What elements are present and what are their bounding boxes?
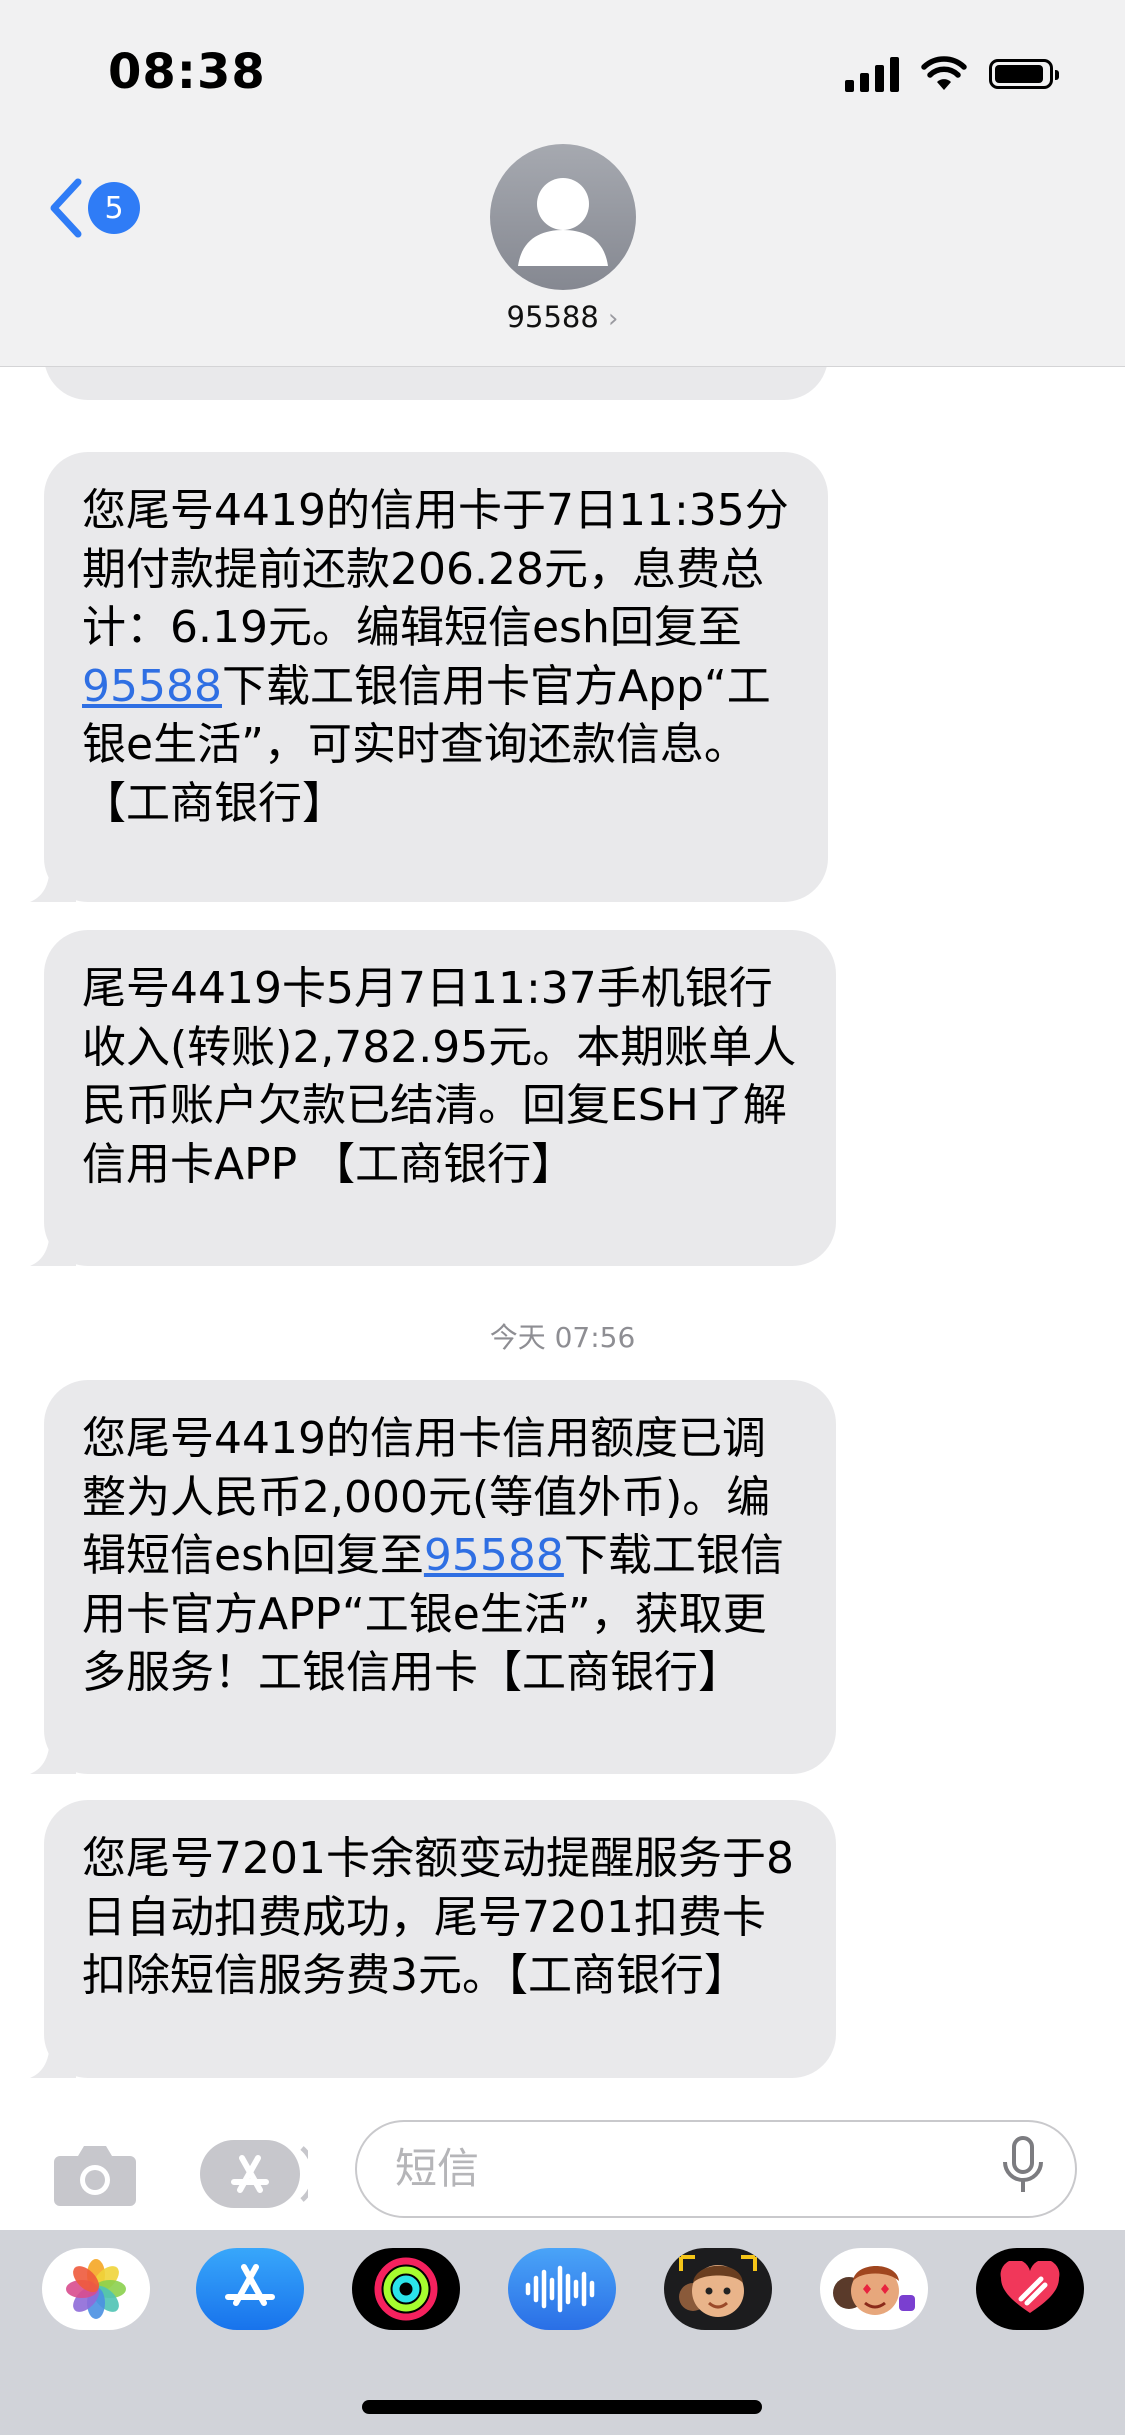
app-store-icon [225,2264,275,2306]
animoji-app[interactable] [820,2248,928,2330]
camera-icon[interactable] [52,2142,138,2208]
status-time: 08:38 [108,44,266,100]
contact-name[interactable]: 95588 › [0,300,1125,334]
message-input-placeholder: 短信 [395,2144,480,2193]
cellular-signal-icon [845,56,899,92]
message-bubble[interactable]: 您尾号4419的信用卡信用额度已调整为人民币2,000元(等值外币)。编辑短信e… [30,1380,836,1774]
memoji-face-icon [679,2255,757,2317]
battery-icon [989,59,1059,89]
contact-name-label: 95588 [506,300,599,334]
photos-icon [66,2259,126,2319]
heart-touch-icon [1000,2261,1060,2313]
message-thread[interactable]: 行】 您尾号4419的信用卡于7日11:35分期付款提前还款206.28元，息费… [0,220,1125,2110]
audio-message-app[interactable] [508,2248,616,2330]
bubble-tail [30,2038,76,2078]
memoji-stickers-app[interactable] [664,2248,772,2330]
wifi-icon [921,56,967,90]
message-bubble[interactable]: 您尾号4419的信用卡于7日11:35分期付款提前还款206.28元，息费总计：… [30,452,828,902]
digital-touch-app[interactable] [976,2248,1084,2330]
conversation-header: 08:38 5 95588 › [0,0,1125,367]
person-icon [518,178,608,266]
compose-bar: 短信 [0,2110,1125,2230]
unread-count-badge: 5 [88,182,140,234]
app-store-icon [200,2140,317,2208]
message-text: 尾号4419卡5月7日11:37手机银行收入(转账)2,782.95元。本期账单… [82,963,797,1190]
message-bubble[interactable]: 您尾号7201卡余额变动提醒服务于8日自动扣费成功，尾号7201扣费卡扣除短信服… [30,1800,836,2078]
photos-app[interactable] [42,2248,150,2330]
message-text: 您尾号4419的信用卡于7日11:35分期付款提前还款206.28元，息费总计：… [82,485,789,653]
chevron-left-icon [50,178,82,238]
bubble-tail [30,1226,76,1266]
bubble-tail [30,862,76,902]
microphone-icon[interactable] [1000,2136,1046,2196]
message-input[interactable]: 短信 [355,2120,1077,2218]
animoji-icon [833,2266,915,2315]
message-timestamp: 今天 07:56 [489,1321,636,1354]
message-bubble[interactable]: 尾号4419卡5月7日11:37手机银行收入(转账)2,782.95元。本期账单… [30,930,836,1266]
contact-avatar[interactable] [490,144,636,290]
app-store-app[interactable] [196,2248,304,2330]
fitness-app[interactable] [352,2248,460,2330]
back-button[interactable]: 5 [46,178,140,238]
home-indicator[interactable] [362,2400,762,2414]
status-icons [845,54,1059,94]
apps-button[interactable] [200,2140,317,2212]
chevron-right-icon: › [608,304,619,334]
phone-number-link[interactable]: 95588 [424,1530,564,1581]
bubble-tail [30,1734,76,1774]
activity-rings-icon [374,2257,438,2321]
audio-waveform-icon [525,2265,595,2313]
message-text: 您尾号7201卡余额变动提醒服务于8日自动扣费成功，尾号7201扣费卡扣除短信服… [82,1833,794,2001]
phone-number-link[interactable]: 95588 [82,661,222,712]
